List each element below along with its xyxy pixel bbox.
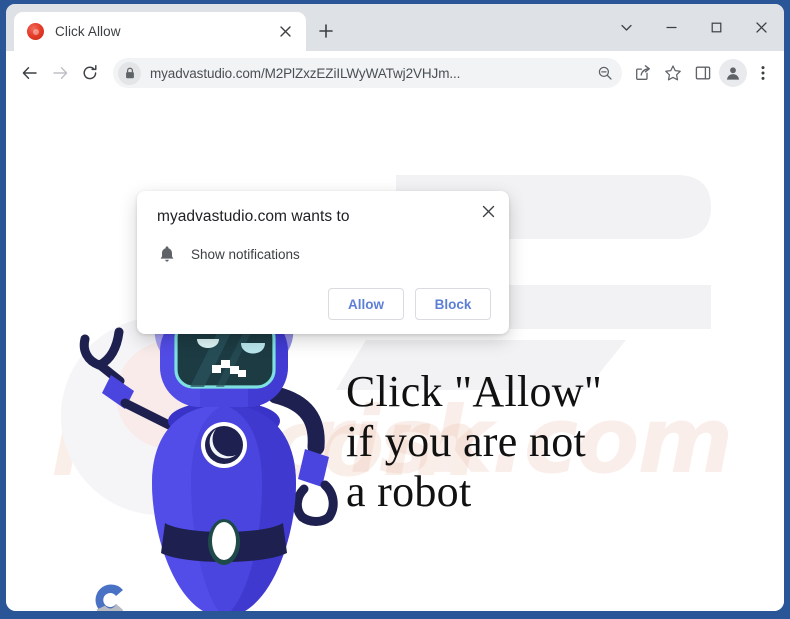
close-icon[interactable] (475, 198, 501, 224)
address-bar-url[interactable]: myadvastudio.com/M2PlZxzEZiILWyWATwj2VHJ… (150, 66, 592, 81)
three-dot-menu-icon[interactable] (748, 58, 778, 88)
maximize-button[interactable] (694, 4, 739, 51)
reload-button[interactable] (75, 58, 105, 88)
tab-title: Click Allow (55, 24, 121, 39)
window-controls (604, 4, 784, 51)
back-button[interactable] (15, 58, 45, 88)
notification-permission-dialog: myadvastudio.com wants to Show notificat… (137, 191, 509, 334)
ecaptcha-c-icon (95, 584, 123, 611)
close-window-button[interactable] (739, 4, 784, 51)
zoom-out-icon[interactable] (592, 60, 618, 86)
new-tab-button[interactable] (312, 17, 340, 45)
close-tab-icon[interactable] (274, 21, 296, 43)
page-content: risk.com risk.com (6, 95, 784, 611)
lock-icon[interactable] (118, 61, 141, 85)
tab-strip: Click Allow (6, 4, 784, 51)
minimize-button[interactable] (649, 4, 694, 51)
headline-line-1: Click "Allow" (346, 367, 603, 416)
page-headline: Click "Allow" if you are not a robot (346, 367, 602, 517)
permission-request-label: Show notifications (191, 246, 300, 262)
forward-button[interactable] (45, 58, 75, 88)
permission-request-row: Show notifications (157, 245, 491, 263)
robot-mascot-icon (79, 317, 338, 611)
bookmark-star-icon[interactable] (658, 58, 688, 88)
share-icon[interactable] (628, 58, 658, 88)
allow-button[interactable]: Allow (328, 288, 404, 320)
bell-icon (157, 245, 176, 263)
dialog-actions: Allow Block (157, 288, 491, 320)
address-bar[interactable]: myadvastudio.com/M2PlZxzEZiILWyWATwj2VHJ… (113, 58, 622, 88)
browser-tab[interactable]: Click Allow (14, 12, 306, 51)
browser-window-frame: Click Allow myadvastudio.com/M2PlZxzEZiI… (0, 0, 790, 619)
tab-favicon-icon (27, 23, 44, 40)
browser-toolbar: myadvastudio.com/M2PlZxzEZiILWyWATwj2VHJ… (6, 51, 784, 95)
browser-window: Click Allow myadvastudio.com/M2PlZxzEZiI… (6, 4, 784, 611)
headline-line-2: if you are not (346, 417, 587, 466)
dialog-title: myadvastudio.com wants to (157, 208, 350, 225)
side-panel-icon[interactable] (688, 58, 718, 88)
ecaptcha-logo: E-CAPTCHA (82, 580, 140, 611)
headline-line-3: a robot (346, 467, 472, 516)
tab-search-chevron-down-icon[interactable] (604, 4, 649, 51)
block-button[interactable]: Block (415, 288, 491, 320)
profile-avatar-icon[interactable] (719, 59, 747, 87)
